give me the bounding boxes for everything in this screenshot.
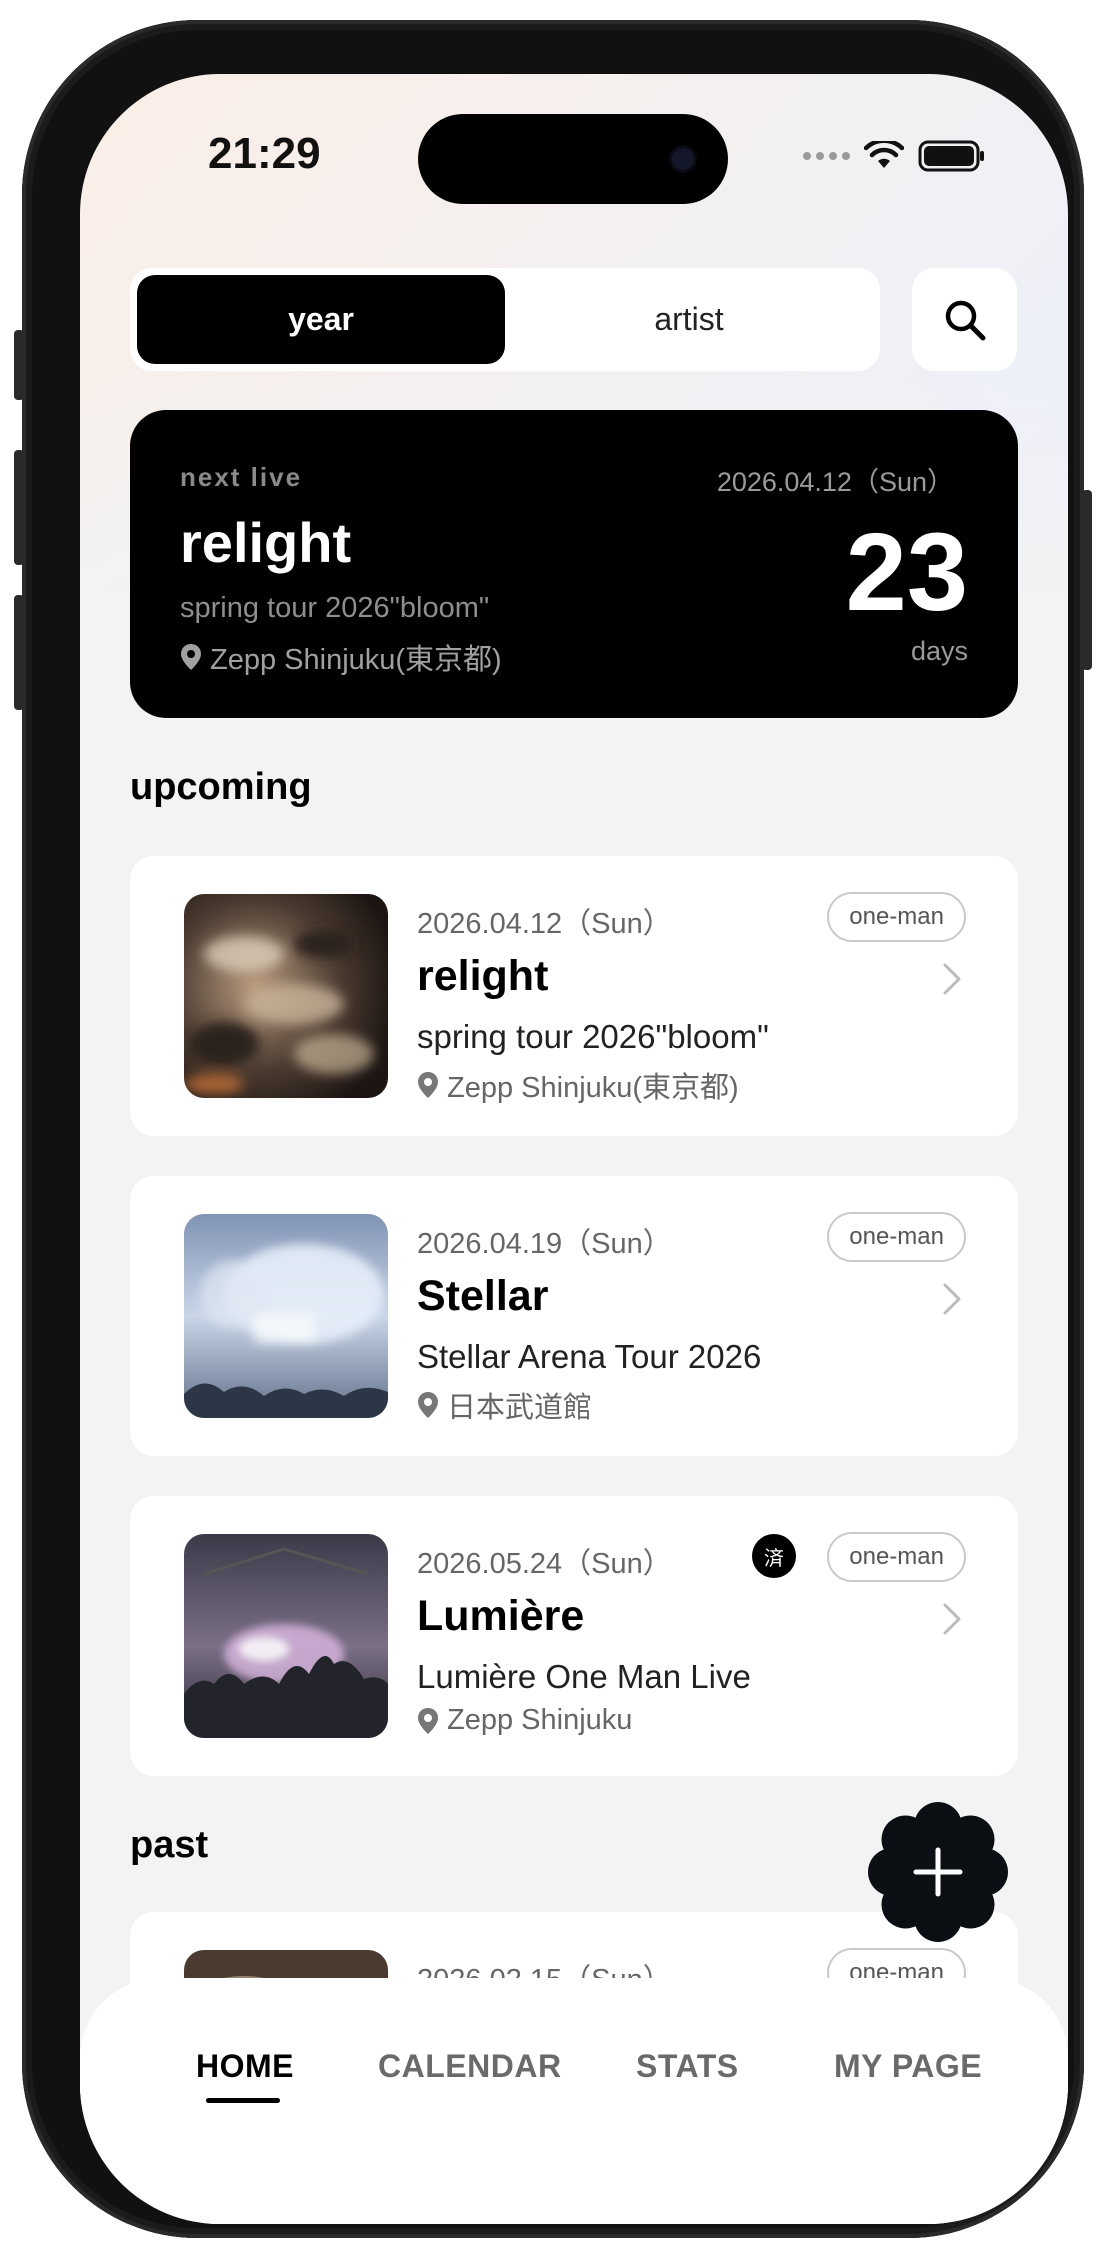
next-live-label: next live xyxy=(180,462,303,492)
live-artist: relight xyxy=(417,952,549,1000)
section-title-upcoming: upcoming xyxy=(130,766,312,808)
next-live-date: 2026.04.12（Sun） xyxy=(716,467,954,497)
volume-up-button xyxy=(14,450,24,565)
chevron-right-icon xyxy=(943,1603,961,1635)
signal-icon xyxy=(803,152,850,160)
map-pin-icon xyxy=(418,1392,438,1418)
map-pin-icon xyxy=(418,1707,438,1734)
next-live-artist: relight xyxy=(180,511,352,574)
tab-stats[interactable]: STATS xyxy=(636,2048,739,2085)
live-thumbnail xyxy=(184,1214,388,1418)
live-tour: Lumière One Man Live xyxy=(417,1658,751,1695)
next-live-tour: spring tour 2026"bloom" xyxy=(180,592,490,624)
next-live-venue-text: Zepp Shinjuku(東京都) xyxy=(210,644,502,676)
bottom-tab-bar: HOME CALENDAR STATS MY PAGE xyxy=(80,1978,1068,2224)
live-type-tag: one-man xyxy=(827,892,966,942)
live-card[interactable]: 2026.04.12（Sun） one-man relight spring t… xyxy=(130,856,1018,1136)
segment-year[interactable]: year xyxy=(137,275,505,364)
phone-frame: 21:29 year artist next live 2026.04.12（S… xyxy=(14,20,1092,2238)
add-live-button[interactable] xyxy=(868,1802,1008,1942)
chevron-right-icon xyxy=(943,963,961,995)
camera-icon xyxy=(672,148,694,170)
chevron-right-icon xyxy=(943,1283,961,1315)
live-type-tag: one-man xyxy=(827,1532,966,1582)
dynamic-island xyxy=(418,114,728,204)
live-date: 2026.04.19（Sun） xyxy=(417,1228,672,1260)
tab-home[interactable]: HOME xyxy=(196,2048,294,2085)
tab-my-page[interactable]: MY PAGE xyxy=(834,2048,982,2085)
live-tour: spring tour 2026"bloom" xyxy=(417,1018,769,1055)
live-type-tag: one-man xyxy=(827,1212,966,1262)
battery-icon xyxy=(918,140,984,172)
power-button xyxy=(1082,490,1092,670)
live-artist: Stellar xyxy=(417,1272,549,1320)
live-artist: Lumière xyxy=(417,1592,585,1640)
live-thumbnail xyxy=(184,894,388,1098)
map-pin-icon xyxy=(181,644,201,670)
search-icon xyxy=(945,300,985,340)
wifi-icon xyxy=(864,141,904,168)
live-venue: Zepp Shinjuku xyxy=(417,1704,632,1737)
view-segmented-control: year artist xyxy=(130,268,880,371)
live-card[interactable]: 2026.04.19（Sun） one-man Stellar Stellar … xyxy=(130,1176,1018,1456)
done-badge: 済 xyxy=(752,1534,796,1578)
live-thumbnail xyxy=(184,1534,388,1738)
countdown-unit: days xyxy=(910,636,968,666)
live-tour: Stellar Arena Tour 2026 xyxy=(417,1338,762,1375)
tab-calendar[interactable]: CALENDAR xyxy=(378,2048,562,2085)
screen: 21:29 year artist next live 2026.04.12（S… xyxy=(80,74,1068,2224)
map-pin-icon xyxy=(418,1072,438,1098)
segment-artist[interactable]: artist xyxy=(505,275,873,364)
live-venue: Zepp Shinjuku(東京都) xyxy=(417,1064,739,1106)
action-button xyxy=(14,330,24,400)
tab-active-indicator xyxy=(206,2098,280,2103)
live-date: 2026.04.12（Sun） xyxy=(417,908,672,940)
status-icons xyxy=(803,140,986,172)
next-live-venue: Zepp Shinjuku(東京都) xyxy=(180,636,502,678)
section-title-past: past xyxy=(130,1824,209,1866)
live-date: 2026.05.24（Sun） xyxy=(417,1548,672,1580)
volume-down-button xyxy=(14,595,24,710)
live-venue-text: 日本武道館 xyxy=(447,1392,593,1424)
live-card[interactable]: 2026.05.24（Sun） 済 one-man Lumière Lumièr… xyxy=(130,1496,1018,1776)
next-live-card[interactable]: next live 2026.04.12（Sun） relight spring… xyxy=(130,410,1018,718)
status-time: 21:29 xyxy=(208,129,321,178)
search-button[interactable] xyxy=(912,268,1017,371)
countdown-number: 23 xyxy=(845,511,968,634)
live-venue-text: Zepp Shinjuku xyxy=(447,1704,633,1736)
live-venue: 日本武道館 xyxy=(417,1384,592,1426)
live-venue-text: Zepp Shinjuku(東京都) xyxy=(447,1072,739,1104)
